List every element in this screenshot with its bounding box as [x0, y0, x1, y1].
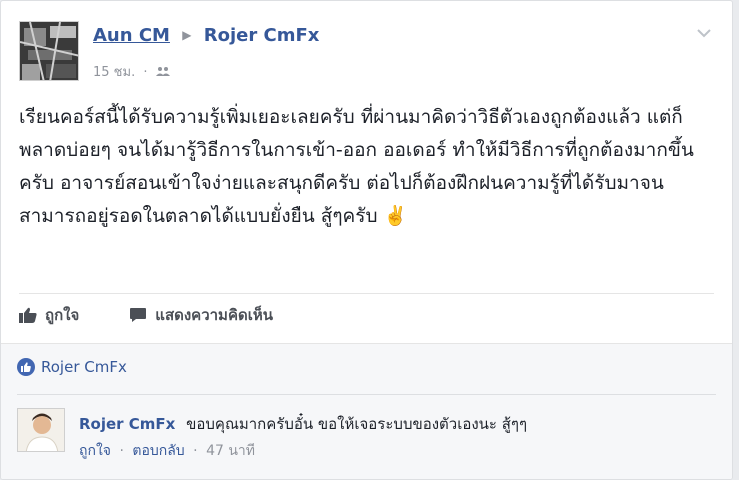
- post-text: เรียนคอร์สนี้ได้รับความรู้เพิ่มเยอะเลยคร…: [19, 106, 694, 227]
- arrow-right-icon: ▶: [182, 28, 192, 42]
- feedback-section: Rojer CmFx Rojer CmFx ขอบคุณมากครับอั๋น …: [1, 343, 732, 479]
- friends-icon[interactable]: [155, 65, 170, 80]
- author-avatar[interactable]: [19, 21, 79, 81]
- commenter-avatar[interactable]: [17, 408, 65, 452]
- liker-name[interactable]: Rojer CmFx: [41, 358, 127, 376]
- post-card: Aun CM ▶ Rojer CmFx 15 ชม. · เรียนคอร์สน…: [0, 0, 733, 480]
- action-bar: ถูกใจ แสดงความคิดเห็น: [19, 301, 323, 329]
- thumbs-up-icon: [19, 307, 37, 323]
- comment-like-link[interactable]: ถูกใจ: [79, 443, 111, 459]
- post-timestamp[interactable]: 15 ชม.: [93, 65, 135, 80]
- target-page-link[interactable]: Rojer CmFx: [204, 25, 320, 46]
- chevron-down-icon[interactable]: [694, 23, 714, 43]
- reactions-summary[interactable]: Rojer CmFx: [17, 358, 127, 376]
- divider: [17, 394, 716, 395]
- comment-meta: ถูกใจ · ตอบกลับ · 47 นาที: [79, 443, 255, 459]
- comment-item: Rojer CmFx ขอบคุณมากครับอั๋น ขอให้เจอระบ…: [17, 408, 716, 468]
- post-header: Aun CM ▶ Rojer CmFx 15 ชม. ·: [19, 21, 714, 81]
- comment-icon: [130, 308, 147, 322]
- author-link[interactable]: Aun CM: [93, 25, 170, 46]
- comment-reply-link[interactable]: ตอบกลับ: [132, 443, 184, 459]
- comment-line: Rojer CmFx ขอบคุณมากครับอั๋น ขอให้เจอระบ…: [79, 412, 527, 436]
- comment-label: แสดงความคิดเห็น: [155, 306, 273, 324]
- like-reaction-icon: [17, 358, 35, 376]
- comment-button[interactable]: แสดงความคิดเห็น: [129, 301, 273, 329]
- post-meta: 15 ชม. ·: [93, 61, 170, 82]
- comment-author-link[interactable]: Rojer CmFx: [79, 415, 175, 433]
- divider: [19, 293, 714, 294]
- comment-text: ขอบคุณมากครับอั๋น ขอให้เจอระบบของตัวเองน…: [186, 415, 528, 433]
- author-line: Aun CM ▶ Rojer CmFx: [93, 25, 319, 46]
- like-label: ถูกใจ: [45, 306, 80, 324]
- comment-timestamp[interactable]: 47 นาที: [206, 443, 255, 459]
- like-button[interactable]: ถูกใจ: [19, 301, 79, 329]
